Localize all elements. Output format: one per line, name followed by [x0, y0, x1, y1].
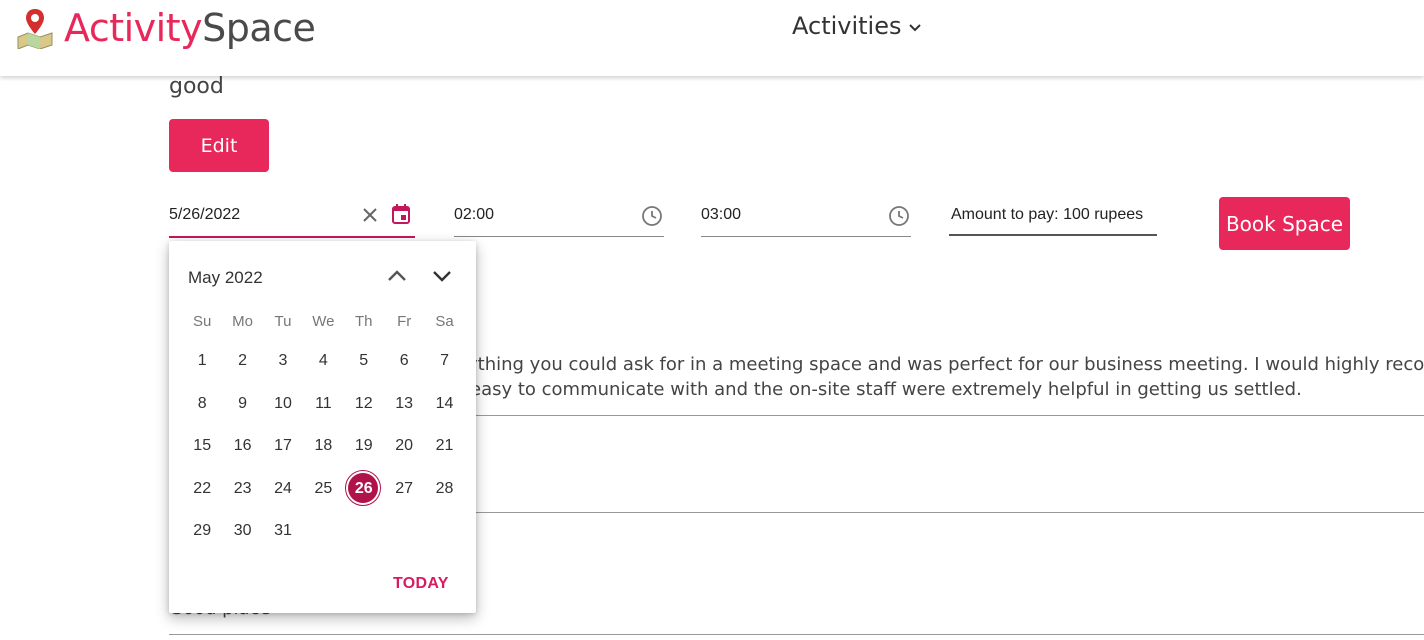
- end-time-value: 03:00: [701, 206, 742, 223]
- calendar-day[interactable]: 4: [303, 343, 343, 379]
- calendar-day[interactable]: 23: [222, 471, 262, 507]
- calendar-day[interactable]: [384, 513, 424, 549]
- clear-icon[interactable]: [361, 206, 379, 229]
- activities-menu-label: Activities: [792, 12, 902, 40]
- logo-text: ActivitySpace: [64, 6, 316, 50]
- chevron-down-icon: [908, 24, 921, 32]
- calendar-day[interactable]: 14: [424, 386, 464, 422]
- divider: [169, 634, 1424, 635]
- calendar-day[interactable]: 24: [263, 471, 303, 507]
- date-picker-popup: May 2022 Su Mo Tu We Th Fr Sa 1 2 3 4 5 …: [169, 241, 476, 613]
- calendar-day[interactable]: 22: [182, 471, 222, 507]
- calendar-day[interactable]: 18: [303, 428, 343, 464]
- calendar-day[interactable]: 8: [182, 386, 222, 422]
- calendar-day[interactable]: 21: [424, 428, 464, 464]
- calendar-day[interactable]: 19: [344, 428, 384, 464]
- calendar-day[interactable]: 1: [182, 343, 222, 379]
- calendar-day-selected[interactable]: 26: [344, 470, 384, 507]
- activities-menu[interactable]: Activities: [792, 12, 922, 40]
- logo[interactable]: ActivitySpace: [16, 6, 316, 50]
- calendar-day[interactable]: 11: [303, 386, 343, 422]
- calendar-day[interactable]: 15: [182, 428, 222, 464]
- weekday-label: We: [312, 313, 335, 330]
- calendar-day[interactable]: 31: [263, 513, 303, 549]
- chevron-down-icon[interactable]: [429, 263, 455, 294]
- calendar-day[interactable]: 12: [344, 386, 384, 422]
- clock-icon[interactable]: [641, 205, 663, 232]
- calendar-day[interactable]: 13: [384, 386, 424, 422]
- calendar-day[interactable]: 16: [222, 428, 262, 464]
- end-time-field[interactable]: 03:00: [701, 196, 911, 237]
- logo-text-space: Space: [202, 6, 316, 50]
- calendar-day[interactable]: 10: [263, 386, 303, 422]
- review-title: good: [169, 74, 224, 99]
- calendar-month-label[interactable]: May 2022: [188, 268, 263, 288]
- calendar-week: 22 23 24 25 26 27 28: [182, 470, 465, 507]
- book-space-button[interactable]: Book Space: [1219, 197, 1350, 250]
- calendar-day[interactable]: [303, 513, 343, 549]
- calendar-week: 8 9 10 11 12 13 14: [182, 386, 465, 422]
- edit-button[interactable]: Edit: [169, 119, 269, 172]
- start-time-field[interactable]: 02:00: [454, 196, 664, 237]
- weekday-label: Su: [193, 313, 212, 330]
- weekday-label: Th: [355, 313, 373, 330]
- calendar-day[interactable]: 29: [182, 513, 222, 549]
- calendar-week: 1 2 3 4 5 6 7: [182, 343, 465, 379]
- clock-icon[interactable]: [888, 205, 910, 232]
- calendar-day[interactable]: 27: [384, 471, 424, 507]
- weekday-header: Su Mo Tu We Th Fr Sa: [182, 313, 465, 330]
- map-pin-icon: [16, 7, 54, 50]
- weekday-label: Sa: [435, 313, 454, 330]
- calendar-day[interactable]: 28: [424, 471, 464, 507]
- calendar-day[interactable]: 9: [222, 386, 262, 422]
- calendar-day[interactable]: 3: [263, 343, 303, 379]
- start-time-value: 02:00: [454, 206, 495, 223]
- amount-field: Amount to pay: 100 rupees: [949, 196, 1157, 236]
- weekday-label: Mo: [232, 313, 253, 330]
- calendar-day[interactable]: 20: [384, 428, 424, 464]
- weekday-label: Tu: [274, 313, 292, 330]
- calendar-icon[interactable]: [391, 203, 411, 230]
- calendar-day[interactable]: 17: [263, 428, 303, 464]
- calendar-day[interactable]: 25: [303, 471, 343, 507]
- date-field[interactable]: 5/26/2022: [169, 196, 415, 238]
- today-button[interactable]: TODAY: [393, 575, 449, 593]
- amount-text: Amount to pay: 100 rupees: [951, 206, 1144, 223]
- weekday-label: Fr: [397, 313, 412, 330]
- calendar-day[interactable]: 2: [222, 343, 262, 379]
- logo-text-activity: Activity: [64, 6, 203, 50]
- date-value: 5/26/2022: [169, 206, 241, 223]
- app-header: ActivitySpace Activities: [0, 0, 1424, 76]
- calendar-day[interactable]: 6: [384, 343, 424, 379]
- calendar-week: 29 30 31: [182, 513, 465, 549]
- calendar-day[interactable]: 7: [424, 343, 464, 379]
- calendar-day[interactable]: [424, 513, 464, 549]
- calendar-day[interactable]: 30: [222, 513, 262, 549]
- calendar-day[interactable]: [344, 513, 384, 549]
- chevron-up-icon[interactable]: [384, 263, 410, 294]
- calendar-day[interactable]: 5: [344, 343, 384, 379]
- calendar-week: 15 16 17 18 19 20 21: [182, 428, 465, 464]
